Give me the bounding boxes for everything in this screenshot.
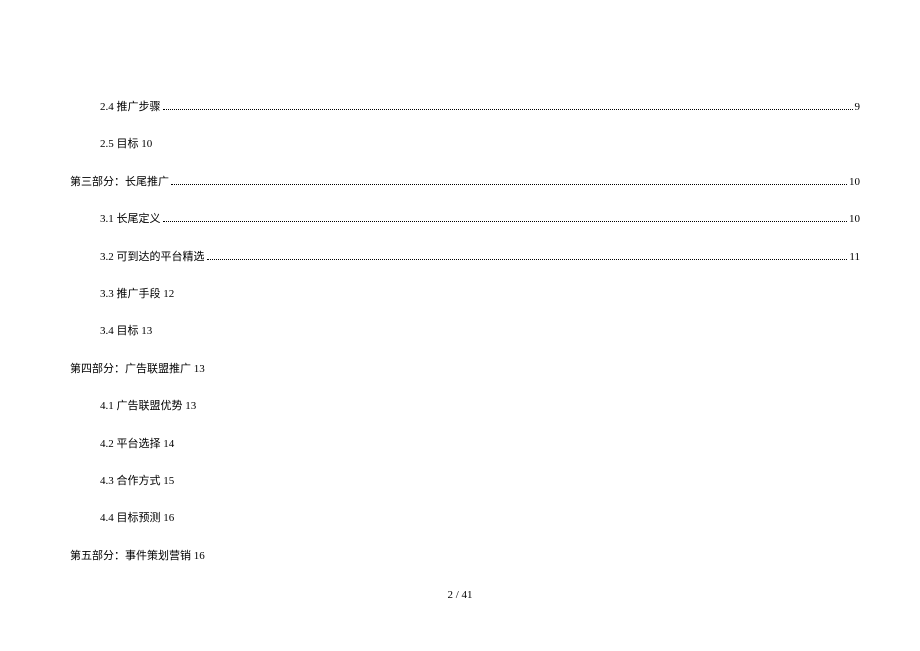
toc-page-number: 11 <box>849 250 860 265</box>
toc-entry: 2.5 目标 10 <box>70 137 860 152</box>
toc-entry: 3.2 可到达的平台精选 11 <box>70 250 860 265</box>
toc-entry: 4.2 平台选择 14 <box>70 437 860 452</box>
toc-title: 3.3 推广手段 12 <box>100 287 174 302</box>
toc-leader-dots <box>163 221 848 222</box>
toc-entry: 4.4 目标预测 16 <box>70 511 860 526</box>
toc-title: 2.4 推广步骤 <box>100 100 161 115</box>
toc-title: 第四部分：广告联盟推广 13 <box>70 362 205 377</box>
toc-title: 4.1 广告联盟优势 13 <box>100 399 196 414</box>
toc-title: 3.2 可到达的平台精选 <box>100 250 205 265</box>
toc-page-number: 10 <box>849 212 860 227</box>
toc-title: 4.3 合作方式 15 <box>100 474 174 489</box>
toc-title: 4.4 目标预测 16 <box>100 511 174 526</box>
toc-page-number: 10 <box>849 175 860 190</box>
toc-entry: 第五部分：事件策划营销 16 <box>70 549 860 564</box>
toc-leader-dots <box>171 184 847 185</box>
toc-leader-dots <box>207 259 848 260</box>
toc-title: 2.5 目标 10 <box>100 137 152 152</box>
page-footer: 2 / 41 <box>0 589 920 601</box>
toc-title: 3.4 目标 13 <box>100 324 152 339</box>
toc-entry: 2.4 推广步骤 9 <box>70 100 860 115</box>
toc-entry: 第四部分：广告联盟推广 13 <box>70 362 860 377</box>
page-number: 2 / 41 <box>447 589 472 601</box>
toc-title: 4.2 平台选择 14 <box>100 437 174 452</box>
toc-entry: 第三部分：长尾推广 10 <box>70 175 860 190</box>
toc-entry: 4.1 广告联盟优势 13 <box>70 399 860 414</box>
table-of-contents: 2.4 推广步骤92.5 目标 10第三部分：长尾推广103.1 长尾定义103… <box>70 100 860 564</box>
toc-leader-dots <box>163 109 853 110</box>
toc-entry: 3.4 目标 13 <box>70 324 860 339</box>
toc-title: 3.1 长尾定义 <box>100 212 161 227</box>
toc-entry: 3.1 长尾定义 10 <box>70 212 860 227</box>
toc-page-number: 9 <box>855 100 861 115</box>
toc-title: 第三部分：长尾推广 <box>70 175 169 190</box>
toc-entry: 3.3 推广手段 12 <box>70 287 860 302</box>
toc-title: 第五部分：事件策划营销 16 <box>70 549 205 564</box>
toc-entry: 4.3 合作方式 15 <box>70 474 860 489</box>
